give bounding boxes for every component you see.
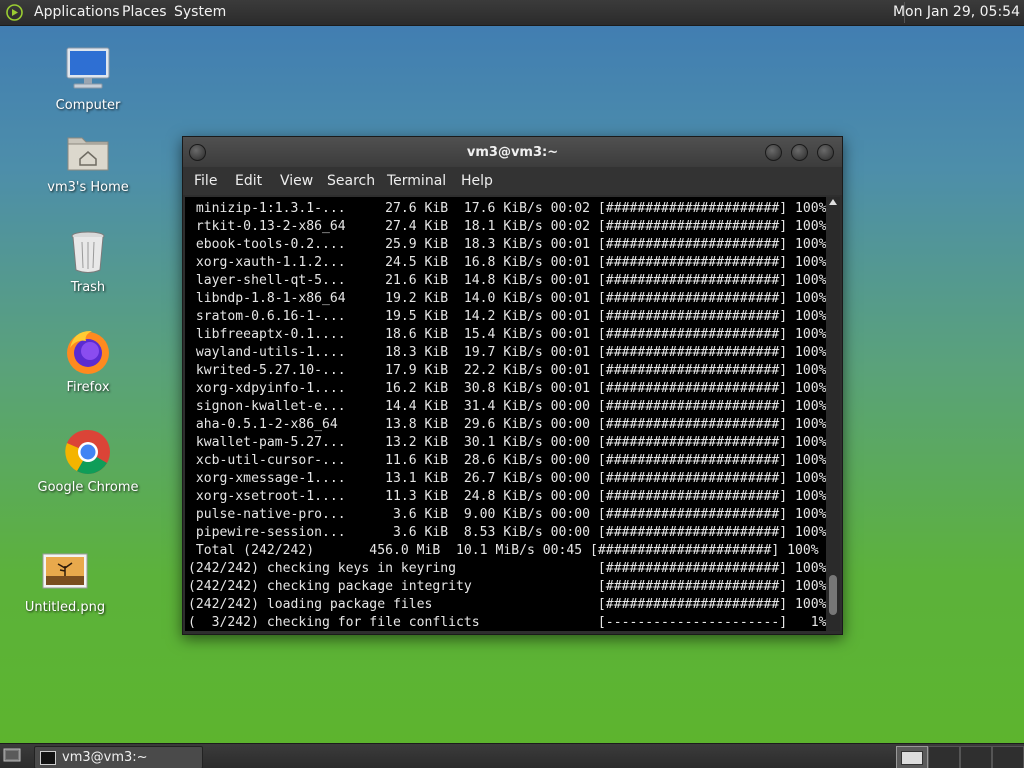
desktop-icon-label: vm3's Home: [47, 180, 129, 195]
terminal-line: (242/242) checking keys in keyring [####…: [188, 561, 826, 576]
menu-help[interactable]: Help: [461, 173, 493, 190]
terminal-line: xorg-xdpyinfo-1.... 16.2 KiB 30.8 KiB/s …: [188, 381, 826, 396]
terminal-line: Total (242/242) 456.0 MiB 10.1 MiB/s 00:…: [188, 543, 819, 558]
terminal-line: xcb-util-cursor-... 11.6 KiB 28.6 KiB/s …: [188, 453, 826, 468]
workspace-3[interactable]: [960, 746, 992, 768]
desktop-icon-label: Trash: [70, 280, 106, 295]
scroll-up-arrow-icon[interactable]: [829, 199, 837, 205]
bottom-panel: vm3@vm3:~: [0, 743, 1024, 768]
terminal-line: libfreeaptx-0.1.... 18.6 KiB 15.4 KiB/s …: [188, 327, 826, 342]
terminal-line: pulse-native-pro... 3.6 KiB 9.00 KiB/s 0…: [188, 507, 826, 522]
terminal-text: minizip-1:1.3.1-... 27.6 KiB 17.6 KiB/s …: [185, 197, 826, 631]
terminal-line: (242/242) loading package files [#######…: [188, 597, 826, 612]
terminal-line: libndp-1.8-1-x86_64 19.2 KiB 14.0 KiB/s …: [188, 291, 826, 306]
terminal-line: signon-kwallet-e... 14.4 KiB 31.4 KiB/s …: [188, 399, 826, 414]
terminal-line: ebook-tools-0.2.... 25.9 KiB 18.3 KiB/s …: [188, 237, 826, 252]
terminal-line: sratom-0.6.16-1-... 19.5 KiB 14.2 KiB/s …: [188, 309, 826, 324]
menu-logo-icon[interactable]: [6, 4, 23, 21]
terminal-line: xorg-xauth-1.1.2... 24.5 KiB 16.8 KiB/s …: [188, 255, 826, 270]
workspace-4[interactable]: [992, 746, 1024, 768]
terminal-line: kwallet-pam-5.27... 13.2 KiB 30.1 KiB/s …: [188, 435, 826, 450]
vertical-scrollbar[interactable]: [826, 197, 840, 631]
terminal-line: xorg-xsetroot-1.... 11.3 KiB 24.8 KiB/s …: [188, 489, 826, 504]
close-button[interactable]: [817, 144, 834, 161]
terminal-line: minizip-1:1.3.1-... 27.6 KiB 17.6 KiB/s …: [188, 201, 826, 216]
top-panel: Applications Places System Mon Jan 29, 0…: [0, 0, 1024, 26]
terminal-line: rtkit-0.13-2-x86_64 27.4 KiB 18.1 KiB/s …: [188, 219, 826, 234]
window-titlebar[interactable]: vm3@vm3:~: [183, 137, 842, 167]
terminal-line: (242/242) checking package integrity [##…: [188, 579, 826, 594]
trash-icon: [64, 228, 112, 276]
terminal-window: vm3@vm3:~ File Edit View Search Terminal…: [182, 136, 843, 635]
maximize-button[interactable]: [791, 144, 808, 161]
workspace-2[interactable]: [928, 746, 960, 768]
terminal-line: ( 3/242) checking for file conflicts [--…: [188, 615, 826, 630]
firefox-icon: [64, 328, 112, 376]
desktop-icon-trash[interactable]: Trash: [33, 228, 143, 295]
taskbar-item-label: vm3@vm3:~: [62, 750, 148, 765]
terminal-line: aha-0.5.1-2-x86_64 13.8 KiB 29.6 KiB/s 0…: [188, 417, 826, 432]
window-title: vm3@vm3:~: [466, 145, 559, 160]
terminal-line: pipewire-session... 3.6 KiB 8.53 KiB/s 0…: [188, 525, 826, 540]
terminal-menubar: File Edit View Search Terminal Help: [183, 167, 842, 195]
terminal-icon: [40, 751, 56, 765]
system-menu[interactable]: System: [174, 4, 226, 21]
show-desktop-icon[interactable]: [3, 748, 21, 763]
desktop-icon-home[interactable]: vm3's Home: [33, 128, 143, 195]
places-menu[interactable]: Places: [122, 4, 167, 21]
terminal-line: wayland-utils-1.... 18.3 KiB 19.7 KiB/s …: [188, 345, 826, 360]
desktop-icon-label: Firefox: [66, 380, 110, 395]
scroll-thumb[interactable]: [829, 575, 837, 615]
terminal-line: xorg-xmessage-1.... 13.1 KiB 26.7 KiB/s …: [188, 471, 826, 486]
applications-menu[interactable]: Applications: [34, 4, 120, 21]
chrome-icon: [64, 428, 112, 476]
computer-icon: [64, 46, 112, 94]
terminal-line: kwrited-5.27.10-... 17.9 KiB 22.2 KiB/s …: [188, 363, 826, 378]
desktop-icon-chrome[interactable]: Google Chrome: [33, 428, 143, 495]
terminal-line: layer-shell-qt-5... 21.6 KiB 14.8 KiB/s …: [188, 273, 826, 288]
image-file-icon: [41, 548, 89, 596]
taskbar-item-terminal[interactable]: vm3@vm3:~: [34, 746, 203, 768]
desktop-icon-computer[interactable]: Computer: [33, 46, 143, 113]
desktop-icon-untitled-png[interactable]: Untitled.png: [10, 548, 120, 615]
terminal-output[interactable]: minizip-1:1.3.1-... 27.6 KiB 17.6 KiB/s …: [185, 197, 826, 631]
menu-file[interactable]: File: [194, 173, 217, 190]
workspace-1[interactable]: [896, 746, 928, 768]
desktop-icon-label: Google Chrome: [37, 480, 139, 495]
workspace-window-preview: [901, 751, 923, 765]
menu-edit[interactable]: Edit: [235, 173, 262, 190]
desktop-icon-firefox[interactable]: Firefox: [33, 328, 143, 395]
menu-terminal[interactable]: Terminal: [387, 173, 446, 190]
minimize-button[interactable]: [765, 144, 782, 161]
menu-search[interactable]: Search: [327, 173, 375, 190]
desktop-icon-label: Computer: [55, 98, 121, 113]
desktop-icon-label: Untitled.png: [24, 600, 106, 615]
clock[interactable]: Mon Jan 29, 05:54: [893, 4, 1020, 21]
home-folder-icon: [64, 128, 112, 176]
menu-view[interactable]: View: [280, 173, 313, 190]
